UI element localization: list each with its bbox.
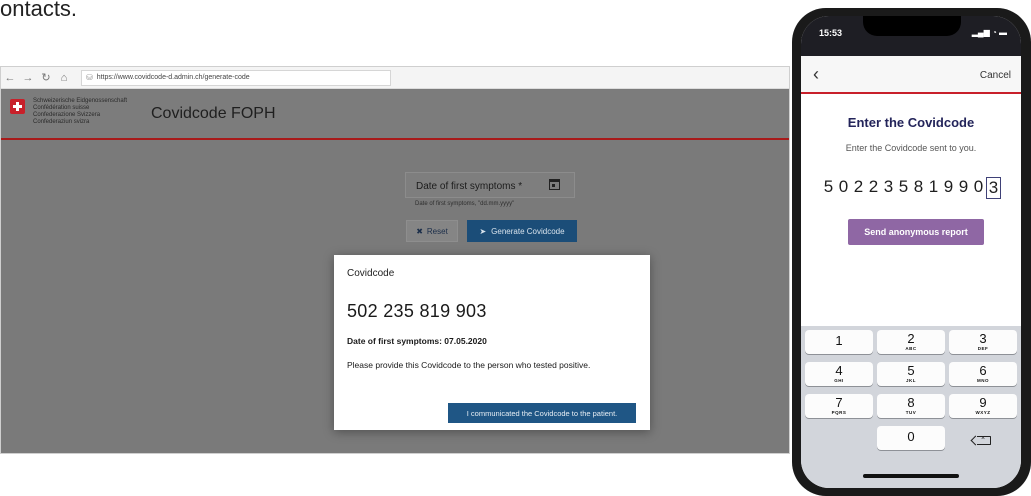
key-number: 1 xyxy=(835,333,843,348)
instruction-text: Please provide this Covidcode to the per… xyxy=(347,360,591,370)
phone-screen: 15:53 ▂▄▆ ◔ ▬ ‹ Cancel Enter the Covidco… xyxy=(801,16,1021,488)
key-letters: DEF xyxy=(977,346,989,351)
digit-cell-active[interactable]: 3 xyxy=(986,177,1001,199)
key-8[interactable]: 8 TUV xyxy=(877,394,945,418)
key-3[interactable]: 3 DEF xyxy=(949,330,1017,354)
swiss-flag-icon xyxy=(10,99,25,114)
refresh-icon[interactable]: ↻ xyxy=(37,71,55,84)
root: ontacts. ← → ↻ ⌂ ⛁ https://www.covidcode… xyxy=(0,0,1031,496)
nav-bar: ‹ Cancel xyxy=(801,56,1021,94)
key-5[interactable]: 5 JKL xyxy=(877,362,945,386)
close-icon: ✖ xyxy=(416,226,423,236)
key-number: 3 xyxy=(979,331,987,346)
send-icon: ➤ xyxy=(479,226,487,236)
key-number: 8 xyxy=(907,395,915,410)
phone-frame: 15:53 ▂▄▆ ◔ ▬ ‹ Cancel Enter the Covidco… xyxy=(792,8,1031,496)
digit-cell[interactable]: 9 xyxy=(941,177,956,199)
digit-cell[interactable]: 1 xyxy=(926,177,941,199)
key-7[interactable]: 7 PQRS xyxy=(805,394,873,418)
key-number: 6 xyxy=(979,363,987,378)
key-letters: GHI xyxy=(834,378,844,383)
dialog-title: Covidcode xyxy=(347,268,395,279)
key-0[interactable]: 0 xyxy=(877,426,945,450)
key-2[interactable]: 2 ABC xyxy=(877,330,945,354)
signal-icons: ▂▄▆ ◔ ▬ xyxy=(971,28,1007,37)
browser-window: ← → ↻ ⌂ ⛁ https://www.covidcode-d.admin.… xyxy=(0,66,790,454)
key-number: 2 xyxy=(907,331,915,346)
digit-cell[interactable]: 0 xyxy=(836,177,851,199)
symptoms-date: Date of first symptoms: 07.05.2020 xyxy=(347,336,487,346)
date-field-label: Date of first symptoms * xyxy=(416,181,523,192)
key-number: 4 xyxy=(835,363,843,378)
key-6[interactable]: 6 MNO xyxy=(949,362,1017,386)
confed-line: Confédération suisse xyxy=(33,105,90,111)
digit-cell[interactable]: 5 xyxy=(821,177,836,199)
status-bar: 15:53 ▂▄▆ ◔ ▬ xyxy=(801,16,1021,56)
back-icon[interactable]: ← xyxy=(1,72,19,84)
key-number: 7 xyxy=(835,395,843,410)
key-9[interactable]: 9 WXYZ xyxy=(949,394,1017,418)
key-number: 5 xyxy=(907,363,915,378)
confirm-communicated-button[interactable]: I communicated the Covidcode to the pati… xyxy=(448,403,636,423)
digit-cell[interactable]: 0 xyxy=(971,177,986,199)
send-anonymous-report-button[interactable]: Send anonymous report xyxy=(848,219,984,245)
digit-cell[interactable]: 3 xyxy=(881,177,896,199)
confederation-label: Schweizerische Eidgenossenschaft Confédé… xyxy=(33,98,127,126)
key-letters: JKL xyxy=(905,378,916,383)
url-input[interactable]: ⛁ https://www.covidcode-d.admin.ch/gener… xyxy=(81,69,391,86)
notch xyxy=(863,16,961,36)
status-time: 15:53 xyxy=(819,28,843,38)
home-indicator xyxy=(863,474,959,478)
forward-icon[interactable]: → xyxy=(19,72,37,84)
key-number: 0 xyxy=(907,429,915,444)
cancel-button[interactable]: Cancel xyxy=(980,70,1011,81)
numeric-keypad: 1 2 ABC 3 DEF 4 GHI 5 JKL 6 MNO 7 PQRS 8… xyxy=(801,326,1021,488)
delete-key[interactable]: × xyxy=(950,428,1018,452)
confed-line: Confederazione Svizzera xyxy=(33,112,101,118)
chevron-left-icon[interactable]: ‹ xyxy=(813,64,819,85)
phone-title: Enter the Covidcode xyxy=(847,115,975,130)
site-header: Schweizerische Eidgenossenschaft Confédé… xyxy=(1,90,789,140)
reset-label: Reset xyxy=(426,226,448,236)
digit-cell[interactable]: 8 xyxy=(911,177,926,199)
key-letters: ABC xyxy=(905,346,917,351)
address-bar: ← → ↻ ⌂ ⛁ https://www.covidcode-d.admin.… xyxy=(1,67,789,89)
covidcode-dialog: Covidcode 502 235 819 903 Date of first … xyxy=(334,255,650,430)
generate-covidcode-button[interactable]: ➤ Generate Covidcode xyxy=(467,220,577,242)
digit-cell[interactable]: 2 xyxy=(851,177,866,199)
backspace-icon: × xyxy=(977,435,991,445)
date-hint: Date of first symptoms, "dd.mm.yyyy" xyxy=(415,201,515,207)
key-letters: MNO xyxy=(977,378,989,383)
phone-subtitle: Enter the Covidcode sent to you. xyxy=(845,143,977,153)
key-letters: PQRS xyxy=(831,410,847,415)
key-4[interactable]: 4 GHI xyxy=(805,362,873,386)
key-number: 9 xyxy=(979,395,987,410)
caption-text: ontacts. xyxy=(0,0,78,21)
confed-line: Confederaziun svizra xyxy=(33,119,90,125)
page-title: Covidcode FOPH xyxy=(151,105,276,122)
digit-cell[interactable]: 5 xyxy=(896,177,911,199)
url-text: https://www.covidcode-d.admin.ch/generat… xyxy=(96,74,250,81)
key-letters: TUV xyxy=(905,410,917,415)
confed-line: Schweizerische Eidgenossenschaft xyxy=(33,98,128,104)
generate-label: Generate Covidcode xyxy=(491,226,565,236)
covidcode-digit-input[interactable]: 5 0 2 2 3 5 8 1 9 9 0 3 xyxy=(821,177,1001,199)
digit-cell[interactable]: 2 xyxy=(866,177,881,199)
digit-cell[interactable]: 9 xyxy=(956,177,971,199)
covidcode-value: 502 235 819 903 xyxy=(347,301,487,321)
key-1[interactable]: 1 xyxy=(805,330,873,354)
home-icon[interactable]: ⌂ xyxy=(55,72,73,84)
lock-icon: ⛁ xyxy=(86,73,93,82)
key-letters: WXYZ xyxy=(975,410,991,415)
calendar-icon[interactable] xyxy=(549,179,560,190)
date-of-first-symptoms-input[interactable]: Date of first symptoms * xyxy=(405,172,575,198)
reset-button[interactable]: ✖ Reset xyxy=(406,220,458,242)
